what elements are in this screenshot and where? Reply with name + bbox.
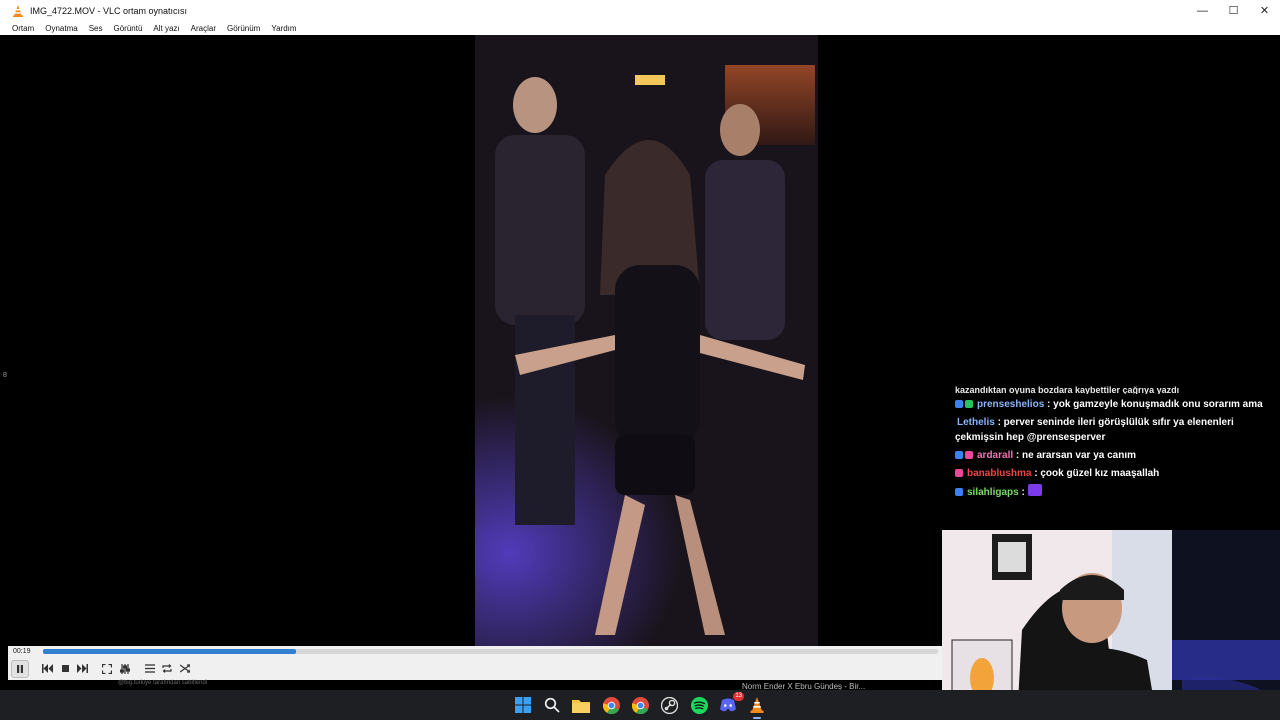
video-frame[interactable] [475, 35, 818, 646]
windows-start-icon [515, 697, 531, 713]
chat-username[interactable]: banablushma [967, 468, 1031, 479]
chat-text: : yok gamzeyle konuşmadık onu sorarım am… [1047, 399, 1263, 410]
taskbar-vlc[interactable] [747, 695, 767, 719]
chat-badge-icon [955, 400, 963, 408]
shuffle-icon [180, 664, 190, 673]
extended-settings-button[interactable] [118, 660, 132, 677]
pinned-comment-text: @big.turkiye tarafından sabitlendi [118, 680, 208, 686]
active-app-indicator [753, 717, 761, 719]
chat-badge-icon [965, 451, 973, 459]
maximize-button[interactable]: ☐ [1218, 0, 1249, 21]
chat-badge-icon [955, 451, 963, 459]
playlist-icon [145, 664, 155, 673]
chat-badge-icon [955, 469, 963, 477]
chat-text: : [1021, 487, 1025, 498]
chat-message: banablushma : çook güzel kız maaşallah [955, 466, 1275, 481]
chat-cut-line: kazandıktan oyuna bozdara kaybettiler ça… [955, 386, 1180, 394]
fullscreen-button[interactable] [100, 660, 114, 677]
menu-view[interactable]: Görünüm [227, 24, 260, 33]
taskbar-discord[interactable]: 13 [718, 692, 744, 715]
menu-playback[interactable]: Oynatma [45, 24, 77, 33]
chat-message: prenseshelios : yok gamzeyle konuşmadık … [955, 397, 1275, 412]
chat-badge-icon [965, 400, 973, 408]
emote-icon [1027, 484, 1042, 496]
loop-button[interactable] [160, 660, 174, 677]
folder-icon [572, 699, 590, 713]
windows-taskbar: 13 [0, 690, 1280, 720]
spotify-icon [690, 696, 708, 714]
chat-message: ardarall : ne ararsan var ya canım [955, 448, 1275, 463]
elapsed-time: 00:19 [13, 648, 31, 655]
edge-marker: 8 [3, 372, 7, 379]
chat-text: : ne ararsan var ya canım [1015, 450, 1136, 461]
seek-bar-progress [43, 649, 297, 654]
seek-bar[interactable] [43, 649, 938, 654]
equalizer-sliders-icon [120, 663, 130, 674]
chat-text: : çook güzel kız maaşallah [1034, 468, 1160, 479]
menu-subtitle[interactable]: Alt yazı [153, 24, 179, 33]
menu-help[interactable]: Yardım [271, 24, 296, 33]
chat-message: silahligaps : [955, 484, 1275, 500]
chat-username[interactable]: silahligaps [967, 487, 1019, 498]
chat-username[interactable]: Lethelis [957, 417, 995, 428]
chrome-icon [602, 696, 620, 714]
player-controls: 00:19 [8, 646, 942, 680]
menu-audio[interactable]: Ses [89, 24, 103, 33]
taskbar-chrome-profile[interactable] [630, 695, 650, 715]
video-frame-image [475, 35, 818, 646]
chrome-icon [631, 696, 649, 714]
screen: IMG_4722.MOV - VLC ortam oynatıcısı — ☐ … [0, 0, 1280, 720]
steam-icon [660, 696, 678, 714]
menu-bar: Ortam Oynatma Ses Görüntü Alt yazı Araçl… [0, 21, 1280, 35]
menu-tools[interactable]: Araçlar [191, 24, 216, 33]
next-button[interactable] [75, 660, 89, 677]
taskbar-chrome[interactable] [601, 695, 621, 715]
chat-message: Lethelis : perver seninde ileri görüşlül… [955, 415, 1275, 445]
previous-button[interactable] [40, 660, 54, 677]
vlc-cone-icon [750, 697, 764, 713]
chat-text: : perver seninde ileri görüşlülük sıfır … [955, 417, 1234, 443]
skip-previous-icon [41, 664, 53, 673]
stream-chat: kazandıktan oyuna bozdara kaybettiler ça… [955, 386, 1275, 500]
taskbar-file-explorer[interactable] [571, 695, 591, 715]
menu-video[interactable]: Görüntü [114, 24, 143, 33]
pause-icon [17, 665, 23, 673]
menu-media[interactable]: Ortam [12, 24, 34, 33]
fullscreen-icon [102, 663, 112, 674]
title-bar: IMG_4722.MOV - VLC ortam oynatıcısı — ☐ … [0, 0, 1280, 21]
taskbar-search[interactable] [542, 695, 562, 715]
taskbar-start[interactable] [513, 695, 533, 715]
pause-button[interactable] [11, 660, 29, 678]
taskbar-steam[interactable] [659, 695, 679, 715]
window-title: IMG_4722.MOV - VLC ortam oynatıcısı [30, 5, 188, 16]
chat-badge-icon [955, 488, 963, 496]
chat-username[interactable]: prenseshelios [977, 399, 1044, 410]
stop-icon [61, 665, 69, 672]
playlist-button[interactable] [143, 660, 157, 677]
loop-icon [162, 664, 172, 673]
search-icon [544, 697, 560, 713]
close-button[interactable]: ✕ [1249, 0, 1280, 21]
background-window-strip: @big.turkiye tarafından sabitlendi Norm … [70, 680, 942, 691]
stop-button[interactable] [58, 660, 72, 677]
chat-username[interactable]: ardarall [977, 450, 1013, 461]
skip-next-icon [76, 664, 88, 673]
vlc-cone-icon [13, 4, 23, 17]
taskbar-spotify[interactable] [689, 695, 709, 715]
discord-notification-badge: 13 [733, 692, 744, 701]
shuffle-button[interactable] [178, 660, 192, 677]
minimize-button[interactable]: — [1187, 0, 1218, 21]
